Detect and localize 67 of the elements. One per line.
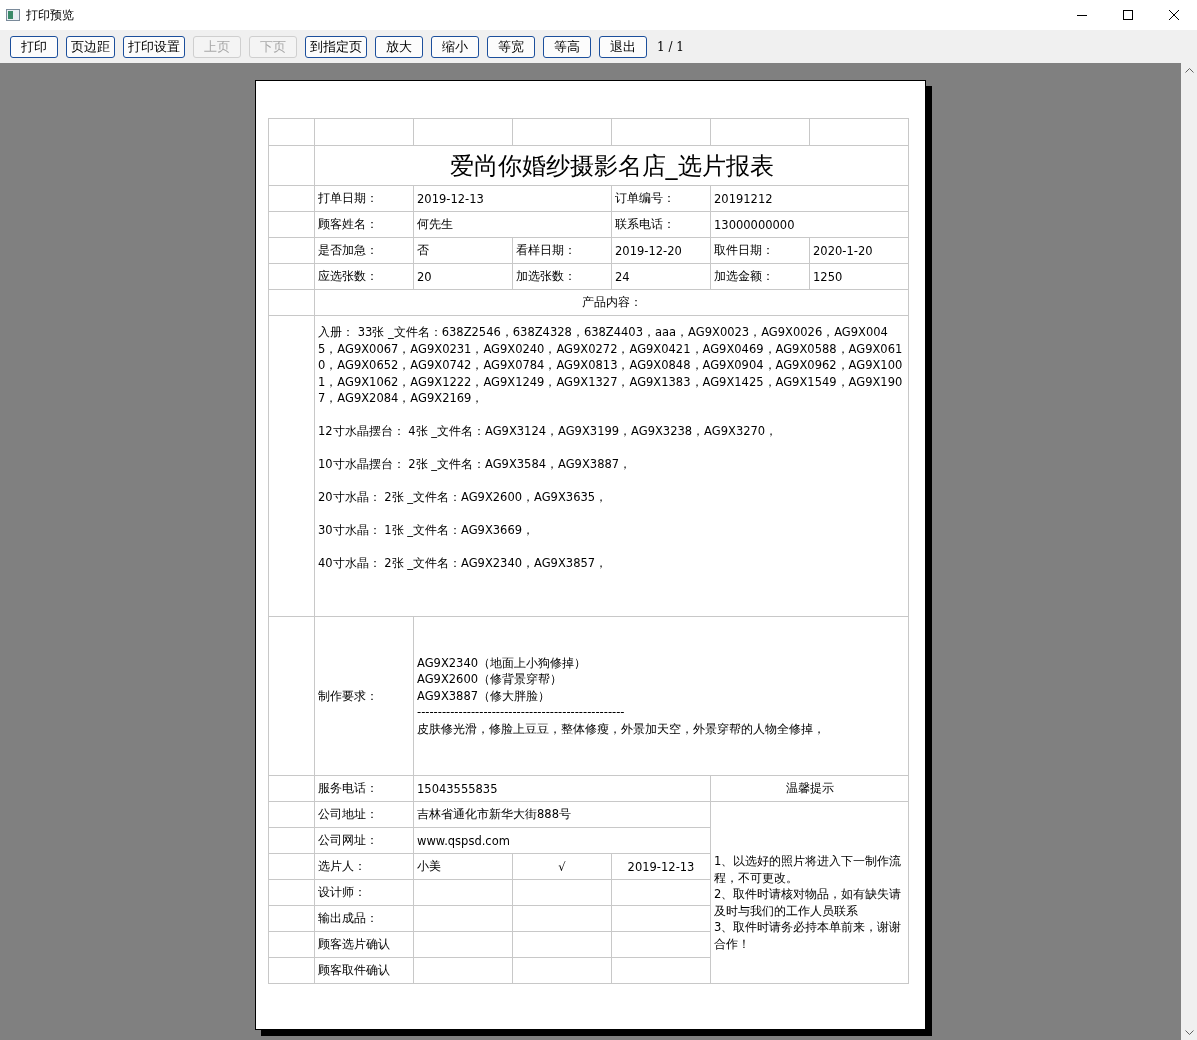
table-cell: 顾客取件确认 (314, 957, 414, 984)
table-cell: 何先生 (413, 211, 612, 238)
table-cell: 服务电话： (314, 775, 414, 802)
table-cell: 小美 (413, 853, 513, 880)
product-line: 40寸水晶： 2张 _文件名：AG9X2340，AG9X3857， (318, 555, 609, 572)
notice-item: 2、取件时请核对物品，如有缺失请及时与我们的工作人员联系 (714, 886, 903, 919)
app-icon (6, 9, 20, 21)
table-cell: 取件日期： (710, 237, 810, 264)
table-cell: 15043555835 (413, 775, 711, 802)
table-cell: 公司网址： (314, 827, 414, 854)
table-cell: 顾客选片确认 (314, 931, 414, 958)
table-cell: 加选张数： (512, 263, 612, 290)
requirement-line: AG9X2340（地面上小狗修掉） (417, 654, 588, 672)
table-cell: 加选金额： (710, 263, 810, 290)
page-indicator: 1 / 1 (657, 39, 684, 54)
table-cell: 设计师： (314, 879, 414, 906)
table-cell: 20 (413, 263, 513, 290)
window-title: 打印预览 (26, 6, 75, 24)
table-cell: 13000000000 (710, 211, 909, 238)
table-cell: 看样日期： (512, 237, 612, 264)
table-cell: 吉林省通化市新华大街888号 (413, 801, 711, 828)
scroll-down-icon[interactable] (1184, 1030, 1194, 1036)
table-cell: √ (512, 853, 612, 880)
toolbar-button[interactable]: 放大 (375, 35, 423, 58)
toolbar-button[interactable]: 等宽 (487, 35, 535, 58)
table-cell: 输出成品： (314, 905, 414, 932)
table-cell: 24 (611, 263, 711, 290)
product-line: 入册： 33张 _文件名：638Z2546，638Z4328，638Z4403，aaa，AG9X0023，AG9X0026，AG9X0045，AG9X0067，AG9X0231，AG9X0240，AG9X0272，AG9X0421，AG9X0469，AG9X0588，AG9X0610，AG9X0652，AG9X0742，AG9X0784，AG9X0813，AG9X0848，AG9X0904，AG9X0962，AG9X1001，AG9X1062，AG9X1222，AG9X1249，AG9X1327，AG9X1383，AG9X1425，AG9X1549，AG9X1907，AG9X2084，AG9X2169， (318, 324, 904, 407)
requirement-line: 皮肤修光滑，修脸上豆豆，整体修瘦，外景加天空，外景穿帮的人物全修掉， (417, 720, 826, 738)
product-line: 30寸水晶： 1张 _文件名：AG9X3669， (318, 522, 536, 539)
product-line: 20寸水晶： 2张 _文件名：AG9X2600，AG9X3635， (318, 489, 609, 506)
table-cell: 温馨提示 (710, 775, 909, 802)
table-cell: 否 (413, 237, 513, 264)
toolbar-button[interactable]: 打印设置 (123, 35, 185, 58)
toolbar-button[interactable]: 到指定页 (305, 35, 367, 58)
toolbar-button[interactable]: 缩小 (431, 35, 479, 58)
table-cell: 2019-12-13 (413, 185, 612, 212)
requirement-line: AG9X3887（修大胖脸） (417, 687, 552, 705)
close-icon[interactable] (1169, 10, 1179, 20)
table-cell: 2020-1-20 (809, 237, 909, 264)
table-cell: 制作要求： (314, 616, 414, 776)
toolbar-button[interactable]: 页边距 (66, 35, 115, 58)
table-cell: 应选张数： (314, 263, 414, 290)
maximize-icon[interactable] (1123, 10, 1133, 20)
toolbar-button[interactable]: 等高 (543, 35, 591, 58)
scroll-up-icon[interactable] (1184, 67, 1194, 73)
table-cell: 公司地址： (314, 801, 414, 828)
product-line: 10寸水晶摆台： 2张 _文件名：AG9X3584，AG9X3887， (318, 456, 633, 473)
table-cell: 选片人： (314, 853, 414, 880)
table-cell: 打单日期： (314, 185, 414, 212)
requirement-line: -------------------------------------------------- (417, 704, 626, 721)
toolbar-button[interactable]: 退出 (599, 35, 647, 58)
table-cell: 是否加急： (314, 237, 414, 264)
minimize-icon[interactable] (1077, 14, 1087, 16)
table-cell: 产品内容： (314, 289, 909, 316)
table-cell: 20191212 (710, 185, 909, 212)
toolbar-button[interactable]: 打印 (10, 35, 58, 58)
notice-item: 1、以选好的照片将进入下一制作流程，不可更改。 (714, 853, 903, 886)
report-title: 爱尚你婚纱摄影名店_选片报表 (314, 145, 909, 186)
product-line: 12寸水晶摆台： 4张 _文件名：AG9X3124，AG9X3199，AG9X3238，AG9X3270， (318, 423, 779, 440)
table-cell: 2019-12-20 (611, 237, 711, 264)
requirement-line: AG9X2600（修背景穿帮） (417, 671, 564, 688)
table-cell: 顾客姓名： (314, 211, 414, 238)
notice-item: 3、取件时请务必持本单前来，谢谢合作！ (714, 919, 903, 952)
table-cell: 订单编号： (611, 185, 711, 212)
table-cell: 联系电话： (611, 211, 711, 238)
table-cell: 1250 (809, 263, 909, 290)
